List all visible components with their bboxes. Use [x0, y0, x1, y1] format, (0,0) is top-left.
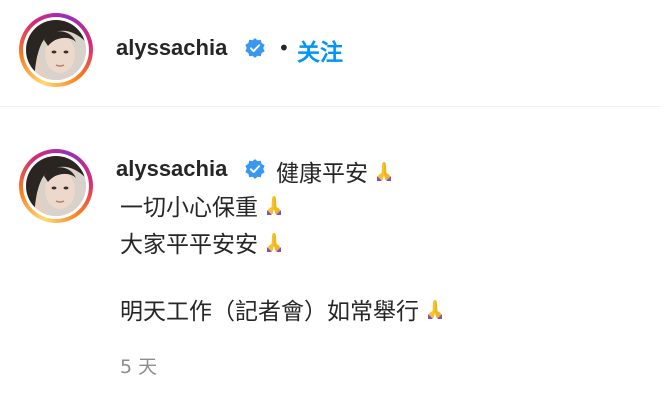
caption-line-2: 一切小心保重	[120, 188, 284, 222]
folded-hands-emoji	[267, 196, 281, 215]
verified-badge-icon	[245, 38, 265, 58]
caption-text: 明天工作（記者會）如常舉行	[120, 299, 419, 325]
comment-username[interactable]: alyssachia	[116, 156, 227, 182]
follow-button[interactable]: 关注	[297, 33, 343, 67]
caption-text: 大家平平安安	[120, 232, 258, 258]
avatar-photo	[26, 20, 86, 80]
caption-line-1: 健康平安	[276, 154, 394, 188]
avatar[interactable]	[19, 13, 93, 87]
folded-hands-emoji	[428, 300, 442, 319]
avatar-photo	[26, 156, 86, 216]
header-username[interactable]: alyssachia	[116, 35, 227, 61]
caption-text: 一切小心保重	[120, 195, 258, 221]
post-header: alyssachia • 关注	[0, 0, 660, 107]
comment-avatar[interactable]	[19, 149, 93, 223]
caption-text: 健康平安	[276, 161, 368, 187]
separator-dot: •	[278, 36, 290, 60]
caption-line-5: 明天工作（記者會）如常舉行	[120, 292, 445, 326]
folded-hands-emoji	[267, 233, 281, 252]
folded-hands-emoji	[377, 162, 391, 181]
comment-timestamp[interactable]: 5 天	[120, 352, 157, 379]
caption-line-3: 大家平平安安	[120, 225, 284, 259]
verified-badge-icon	[245, 159, 265, 179]
